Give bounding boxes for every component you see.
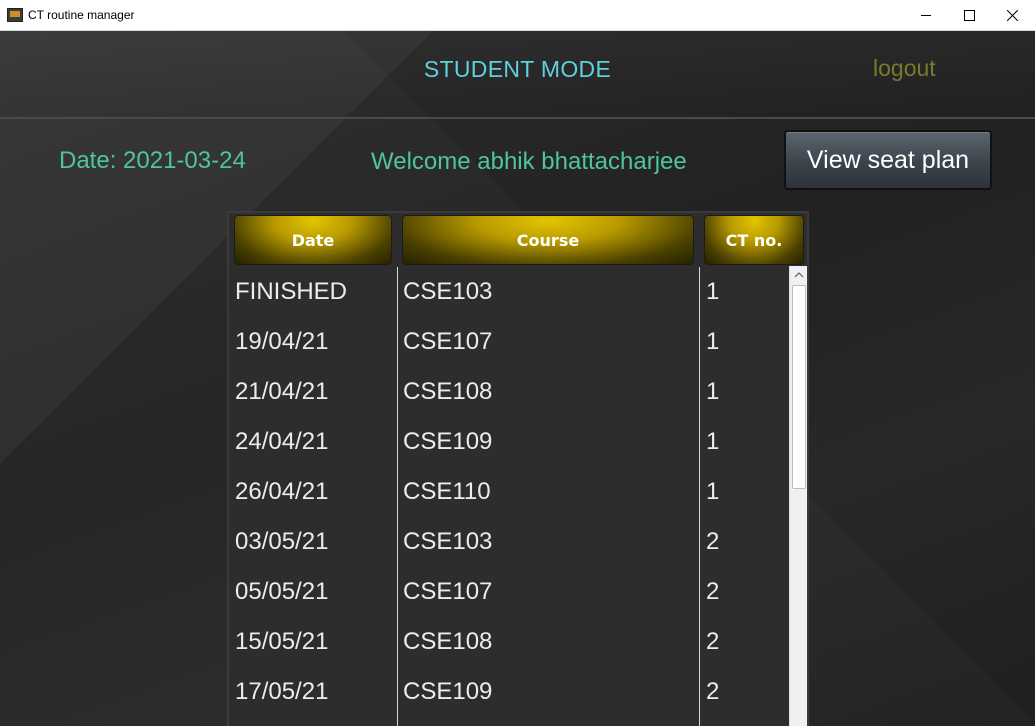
cell-course: CSE109 [403, 678, 493, 705]
table-row[interactable]: 26/04/21 CSE110 1 [229, 467, 787, 517]
close-button[interactable] [989, 0, 1035, 31]
cell-date: 05/05/21 [235, 578, 329, 605]
column-header-ct-no[interactable]: CT no. [704, 215, 804, 265]
cell-ct-no: 1 [706, 378, 720, 405]
header-bar: STUDENT MODE logout [0, 31, 1035, 119]
column-header-date[interactable]: Date [234, 215, 392, 265]
cell-ct-no: 1 [706, 278, 720, 305]
cell-course: CSE107 [403, 578, 493, 605]
maximize-button[interactable] [946, 0, 992, 31]
logout-link[interactable]: logout [873, 55, 936, 82]
cell-date: 21/04/21 [235, 378, 329, 405]
table-row[interactable]: 24/04/21 CSE109 1 [229, 417, 787, 467]
cell-ct-no: 2 [706, 578, 720, 605]
scroll-thumb[interactable] [792, 285, 806, 489]
app-icon [7, 8, 23, 22]
cell-course: CSE109 [403, 428, 493, 455]
cell-ct-no: 2 [706, 628, 720, 655]
cell-course: CSE110 [403, 478, 491, 505]
cell-date: 24/04/21 [235, 428, 329, 455]
welcome-message: Welcome abhik bhattacharjee [371, 148, 687, 175]
cell-course: CSE108 [403, 378, 493, 405]
minimize-icon [920, 15, 931, 16]
scroll-up-button[interactable] [790, 266, 807, 283]
table-row[interactable]: 03/05/21 CSE103 2 [229, 517, 787, 567]
cell-date: 03/05/21 [235, 528, 329, 555]
cell-date: 19/04/21 [235, 328, 329, 355]
maximize-icon [963, 10, 975, 21]
cell-date: FINISHED [235, 278, 348, 305]
minimize-button[interactable] [903, 0, 949, 31]
cell-date: 15/05/21 [235, 628, 329, 655]
table-row[interactable]: 19/04/21 CSE107 1 [229, 317, 787, 367]
cell-date: 26/04/21 [235, 478, 329, 505]
column-header-course[interactable]: Course [402, 215, 694, 265]
table-row[interactable]: 21/04/21 CSE108 1 [229, 367, 787, 417]
cell-ct-no: 1 [706, 478, 720, 505]
chevron-up-icon [794, 271, 803, 277]
close-icon [1006, 10, 1018, 21]
app-area: STUDENT MODE logout Date: 2021-03-24 Wel… [0, 31, 1035, 726]
cell-course: CSE103 [403, 528, 493, 555]
cell-ct-no: 1 [706, 328, 720, 355]
routine-table: Date Course CT no. FINISHED CSE103 1 19/… [227, 211, 809, 726]
cell-course: CSE108 [403, 628, 493, 655]
table-body: FINISHED CSE103 1 19/04/21 CSE107 1 21/0… [229, 267, 787, 717]
cell-ct-no: 2 [706, 528, 720, 555]
table-row[interactable]: 17/05/21 CSE109 2 [229, 667, 787, 717]
window-title: CT routine manager [28, 8, 135, 22]
cell-date: 17/05/21 [235, 678, 329, 705]
table-row[interactable]: FINISHED CSE103 1 [229, 267, 787, 317]
view-seat-plan-button[interactable]: View seat plan [784, 130, 992, 190]
vertical-scrollbar[interactable] [789, 266, 807, 726]
current-date: Date: 2021-03-24 [59, 147, 246, 174]
cell-ct-no: 2 [706, 678, 720, 705]
cell-ct-no: 1 [706, 428, 720, 455]
table-row[interactable]: 05/05/21 CSE107 2 [229, 567, 787, 617]
cell-course: CSE103 [403, 278, 493, 305]
cell-course: CSE107 [403, 328, 493, 355]
title-bar: CT routine manager [0, 0, 1035, 31]
table-row[interactable]: 15/05/21 CSE108 2 [229, 617, 787, 667]
